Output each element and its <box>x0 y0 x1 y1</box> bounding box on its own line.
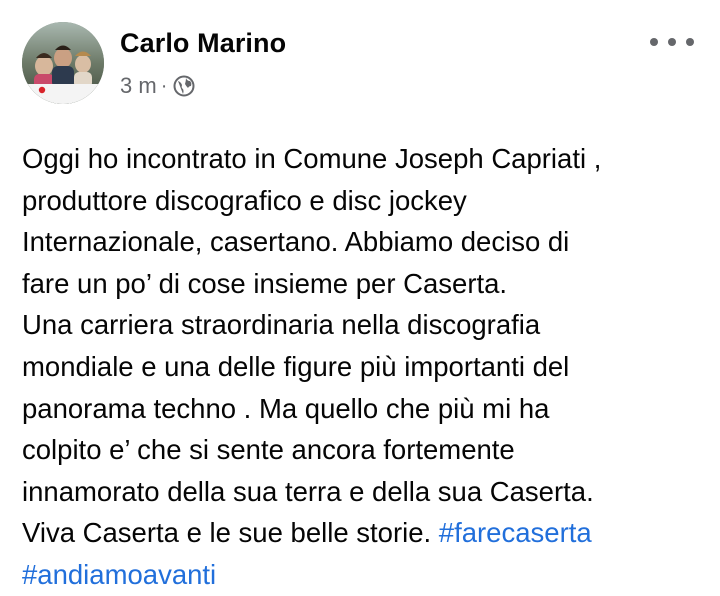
meta-separator: · <box>160 75 168 97</box>
post-text-line: innamorato della sua terra e della sua C… <box>22 475 594 507</box>
post-text-line: #andiamoavanti <box>22 554 712 596</box>
hashtag-link[interactable]: #andiamoavanti <box>22 559 216 590</box>
post-text-line: produttore discografico e disc jockey <box>22 184 467 216</box>
post-text-line: Una carriera straordinaria nella discogr… <box>22 309 541 341</box>
post-meta: 3 m · <box>120 72 195 100</box>
post-header: Carlo Marino 3 m · <box>22 22 702 104</box>
hashtag-link[interactable]: #farecaserta <box>439 517 592 548</box>
more-dot <box>686 38 694 46</box>
post-text-line: Oggi ho incontrato in Comune Joseph Capr… <box>22 143 602 174</box>
post-text-line: Internazionale, casertano. Abbiamo decis… <box>22 226 570 258</box>
more-options-button[interactable] <box>650 30 694 54</box>
post-text-line: mondiale e una delle figure più importan… <box>22 350 570 382</box>
timestamp[interactable]: 3 m <box>120 73 157 99</box>
more-dot <box>650 38 658 46</box>
post-text: Oggi ho incontrato in Comune Joseph Capr… <box>22 138 712 596</box>
post-text-segment: Viva Caserta e le sue belle storie. <box>22 517 439 549</box>
avatar[interactable] <box>22 22 104 104</box>
author-name[interactable]: Carlo Marino <box>120 28 286 59</box>
avatar-photo <box>22 22 104 104</box>
badge-heart-icon <box>38 86 46 94</box>
post-text-line: fare un po’ di cose insieme per Caserta. <box>22 267 508 299</box>
globe-icon[interactable] <box>173 75 195 97</box>
post-text-line: Viva Caserta e le sue belle storie. #far… <box>22 512 712 554</box>
post-text-line: colpito e’ che si sente ancora fortement… <box>22 434 515 466</box>
more-dot <box>668 38 676 46</box>
facebook-post: Carlo Marino 3 m · Oggi ho incontrato in… <box>0 0 720 590</box>
post-text-line: panorama techno . Ma quello che più mi h… <box>22 392 550 424</box>
